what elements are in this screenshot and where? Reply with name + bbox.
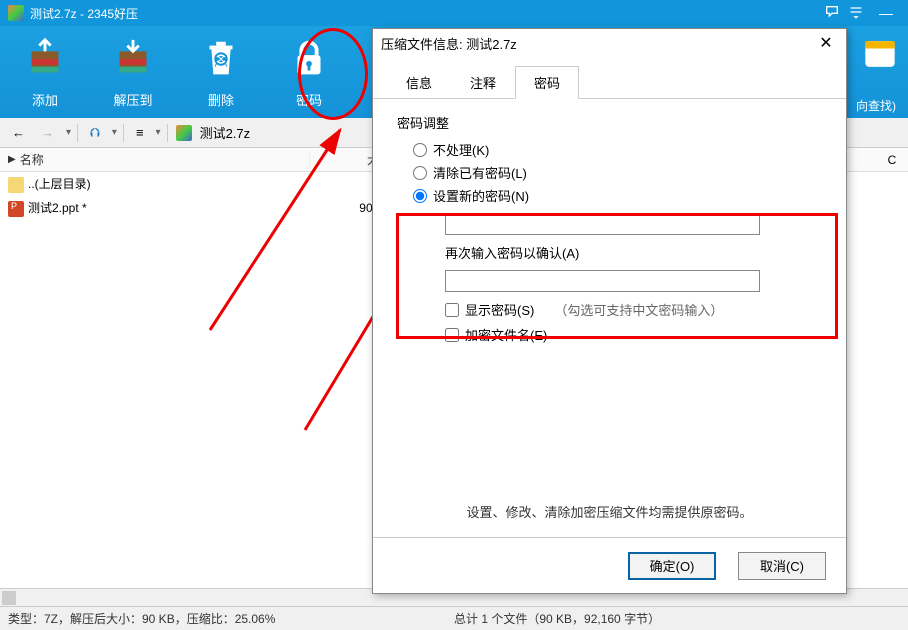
speech-icon[interactable] (824, 4, 840, 23)
confirm-label: 再次输入密码以确认(A) (445, 243, 822, 262)
back-button[interactable]: ← (6, 123, 31, 142)
archive-info-dialog: 压缩文件信息: 测试2.7z ✕ 信息 注释 密码 密码调整 不处理(K) 清除… (372, 28, 847, 594)
extract-icon (106, 32, 160, 86)
radio-set-input[interactable] (413, 189, 427, 203)
folder-icon (8, 177, 24, 193)
checkbox-show-password[interactable]: 显示密码(S) （勾选可支持中文密码输入） (445, 300, 822, 319)
add-label: 添加 (10, 90, 80, 109)
extract-button[interactable]: 解压到 (98, 32, 168, 118)
password-confirm-input[interactable] (445, 270, 760, 292)
cancel-button[interactable]: 取消(C) (738, 552, 826, 580)
delete-label: 删除 (186, 90, 256, 109)
up-dropdown[interactable]: ▾ (112, 127, 117, 138)
history-dropdown[interactable]: ▾ (66, 127, 71, 138)
radio-clear-input[interactable] (413, 166, 427, 180)
window-titlebar: 测试2.7z - 2345好压 — (0, 0, 908, 26)
dialog-body: 密码调整 不处理(K) 清除已有密码(L) 设置新的密码(N) 再次输入密码以确… (373, 99, 846, 537)
radio-keep-input[interactable] (413, 143, 427, 157)
up-button[interactable]: ⮉ (84, 123, 106, 143)
status-right: 总计 1 个文件（90 KB，92,160 字节） (454, 610, 900, 627)
ppt-icon (8, 201, 24, 217)
dialog-footer: 确定(O) 取消(C) (373, 537, 846, 593)
dialog-tabs: 信息 注释 密码 (373, 57, 846, 99)
dialog-note: 设置、修改、清除加密压缩文件均需提供原密码。 (373, 502, 846, 521)
add-icon (18, 32, 72, 86)
password-input[interactable] (445, 213, 760, 235)
view-button[interactable]: ≡ (130, 123, 150, 142)
extract-label: 解压到 (98, 90, 168, 109)
window-title: 测试2.7z - 2345好压 (30, 5, 824, 22)
view-dropdown[interactable]: ▾ (156, 127, 161, 138)
delete-button[interactable]: 删除 (186, 32, 256, 118)
forward-button[interactable]: → (35, 123, 60, 142)
add-button[interactable]: 添加 (10, 32, 80, 118)
archive-icon (176, 125, 192, 141)
close-button[interactable]: ✕ (814, 33, 838, 53)
radio-keep[interactable]: 不处理(K) (413, 140, 822, 159)
dialog-titlebar: 压缩文件信息: 测试2.7z ✕ (373, 29, 846, 57)
radio-set[interactable]: 设置新的密码(N) (413, 186, 822, 205)
find-label-partial: 向查找) (856, 97, 896, 114)
path-text: 测试2.7z (200, 123, 251, 142)
right-partial-toolbar: 向查找) (852, 26, 908, 118)
app-icon (8, 5, 24, 21)
ok-button[interactable]: 确定(O) (628, 552, 716, 580)
encrypt-names-input[interactable] (445, 328, 459, 342)
menu-icon[interactable] (848, 4, 864, 23)
password-group-label: 密码调整 (397, 113, 822, 132)
password-label: 密码 (274, 90, 344, 109)
tab-info[interactable]: 信息 (387, 66, 451, 99)
lock-icon (282, 32, 336, 86)
show-password-input[interactable] (445, 303, 459, 317)
radio-clear[interactable]: 清除已有密码(L) (413, 163, 822, 182)
column-c-partial: C (876, 148, 908, 172)
status-left: 类型：7Z，解压后大小：90 KB，压缩比：25.06% (8, 610, 454, 627)
password-button[interactable]: 密码 (274, 32, 344, 118)
status-bar: 类型：7Z，解压后大小：90 KB，压缩比：25.06% 总计 1 个文件（90… (0, 606, 908, 630)
trash-icon (194, 32, 248, 86)
column-name[interactable]: ▶名称 (0, 151, 310, 168)
checkbox-encrypt-names[interactable]: 加密文件名(E) (445, 325, 822, 344)
dialog-title: 压缩文件信息: 测试2.7z (381, 34, 814, 53)
minimize-button[interactable]: — (872, 5, 900, 21)
tab-comment[interactable]: 注释 (451, 66, 515, 99)
tab-password[interactable]: 密码 (515, 66, 579, 99)
